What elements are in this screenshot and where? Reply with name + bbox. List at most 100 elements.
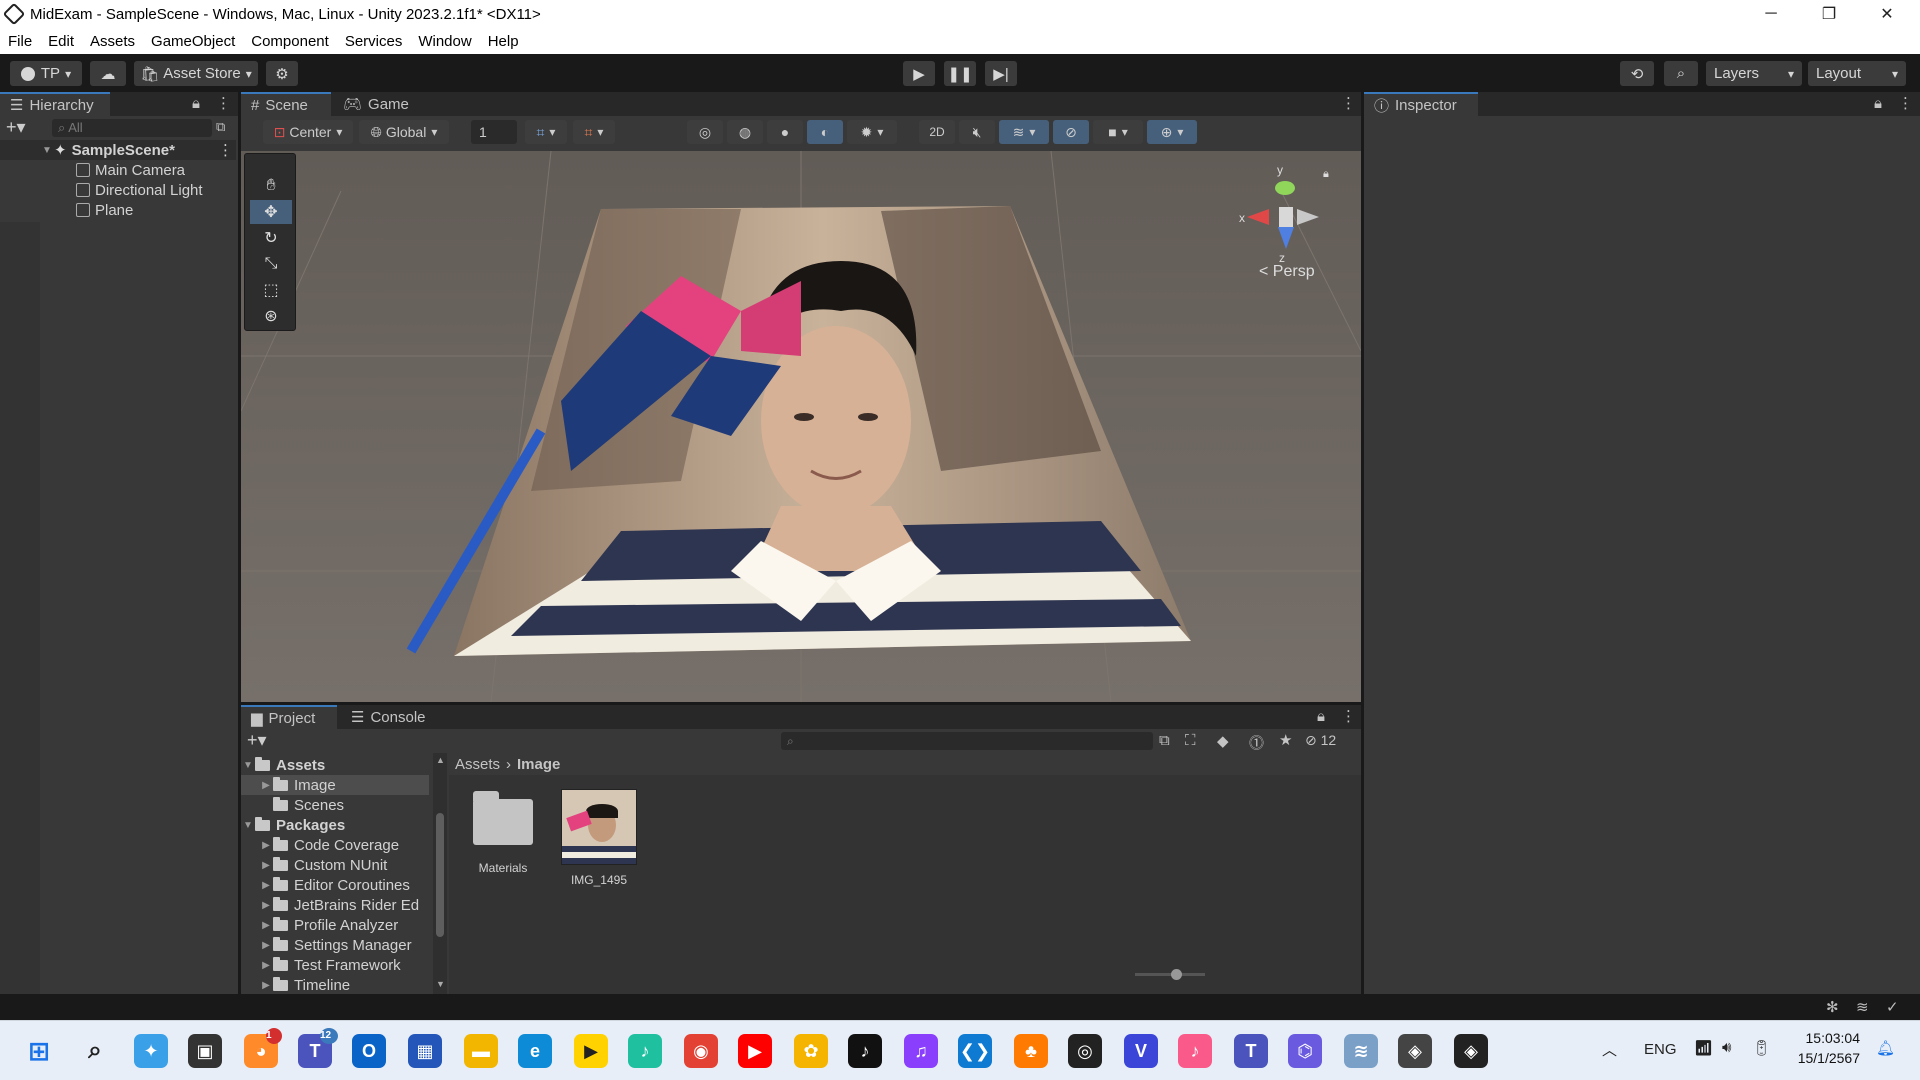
project-search-input[interactable]: ⌕	[781, 732, 1153, 750]
gizmo-lock-icon[interactable]: 🔒︎	[1323, 168, 1329, 181]
camera-dropdown[interactable]: ■	[1093, 120, 1143, 144]
more-options-icon[interactable]: ⋮	[1898, 94, 1913, 112]
search-options-icon[interactable]: ⧉	[216, 119, 225, 135]
menu-window[interactable]: Window	[410, 33, 479, 50]
layout-dropdown[interactable]: Layout ▾	[1808, 61, 1906, 86]
layers-dropdown[interactable]: Layers ▾	[1706, 61, 1802, 86]
icon-size-slider[interactable]	[1135, 969, 1205, 980]
menu-gameobject[interactable]: GameObject	[143, 33, 243, 50]
lighting-dropdown[interactable]: ✹	[847, 120, 897, 144]
asset-store-dropdown[interactable]: 🛍 Asset Store	[134, 61, 258, 86]
breadcrumb-item[interactable]: Assets	[455, 756, 500, 773]
maximize-button[interactable]: ❐	[1800, 0, 1858, 28]
favorite-star-icon[interactable]: ★	[1279, 731, 1292, 749]
v-app-icon[interactable]: V	[1124, 1034, 1158, 1068]
filter-icon[interactable]: ⛶	[1185, 732, 1196, 749]
collapse-arrow-icon[interactable]: ▼	[241, 760, 255, 771]
tree-package-item[interactable]: ▶ Custom NUnit	[259, 855, 387, 875]
expand-arrow-icon[interactable]: ▶	[259, 940, 273, 951]
scale-tool-button[interactable]: ⤡	[250, 252, 292, 276]
expand-arrow-icon[interactable]: ▶	[259, 900, 273, 911]
debug-bug-icon[interactable]: ✻	[1826, 998, 1839, 1016]
audio-app-icon[interactable]: ♫	[904, 1034, 938, 1068]
package-button[interactable]: ⚙	[266, 61, 298, 86]
tree-image[interactable]: ▶ Image	[241, 775, 429, 795]
grid-size-input[interactable]: 1	[471, 120, 517, 144]
increment-snap-dropdown[interactable]: ⌗	[573, 120, 615, 144]
tab-project[interactable]: ▆ Project	[241, 705, 337, 729]
expand-arrow-icon[interactable]: ▶	[259, 920, 273, 931]
lock-icon[interactable]: 🔒︎	[1317, 708, 1325, 725]
fl-studio-icon[interactable]: ♣	[1014, 1034, 1048, 1068]
lock-icon[interactable]: 🔒︎	[192, 95, 200, 112]
hierarchy-item-main-camera[interactable]: Main Camera	[0, 160, 236, 180]
expand-arrow-icon[interactable]: ▶	[259, 840, 273, 851]
tab-console[interactable]: ☰ Console	[341, 705, 437, 729]
chrome-icon[interactable]: ◉	[684, 1034, 718, 1068]
log-warning-icon[interactable]: ⓵	[1249, 732, 1264, 753]
more-options-icon[interactable]: ⋮	[1341, 94, 1356, 112]
windows-start-icon[interactable]: ⊞	[22, 1034, 56, 1068]
transform-tool-button[interactable]: ⊛	[250, 304, 292, 328]
draw-mode-wireframe-button[interactable]: ◎	[687, 120, 723, 144]
step-button[interactable]: ▶|	[985, 61, 1017, 86]
mode-2d-button[interactable]: 2D	[919, 120, 955, 144]
tiktok-icon[interactable]: ♪	[848, 1034, 882, 1068]
visibility-toggle-button[interactable]: ⊘	[1053, 120, 1089, 144]
search-button[interactable]: ⌕	[1664, 61, 1698, 86]
breadcrumb-item-current[interactable]: Image	[517, 756, 560, 773]
menu-edit[interactable]: Edit	[40, 33, 82, 50]
layers-stack-icon[interactable]: ≋	[1856, 998, 1869, 1016]
music-app-icon[interactable]: ♪	[628, 1034, 662, 1068]
tree-package-item[interactable]: ▶ Code Coverage	[259, 835, 399, 855]
tree-package-item[interactable]: ▶ Settings Manager	[259, 935, 412, 955]
wifi-icon[interactable]: 📶︎	[1694, 1039, 1713, 1057]
move-tool-button[interactable]: ✥	[250, 200, 292, 224]
add-icon[interactable]: +▾	[6, 117, 26, 138]
menu-component[interactable]: Component	[243, 33, 337, 50]
scroll-up-arrow-icon[interactable]: ▲	[436, 755, 445, 765]
edge-icon[interactable]: e	[518, 1034, 552, 1068]
minimize-button[interactable]: ─	[1742, 0, 1800, 28]
expand-arrow-icon[interactable]: ▶	[259, 780, 273, 791]
tab-game[interactable]: 🎮︎ Game	[333, 92, 423, 116]
tab-inspector[interactable]: ⓘ Inspector	[1364, 92, 1478, 116]
browser-app-icon[interactable]: ◕ 1	[244, 1028, 282, 1068]
itunes-icon[interactable]: ♪	[1178, 1034, 1212, 1068]
tree-package-item[interactable]: ▶ Profile Analyzer	[259, 915, 398, 935]
search-by-type-icon[interactable]: ⧉	[1159, 732, 1170, 749]
teams-new-icon[interactable]: T	[1234, 1034, 1268, 1068]
store-icon[interactable]: ▦	[408, 1034, 442, 1068]
task-view-icon[interactable]: ▣	[188, 1034, 222, 1068]
perspective-label[interactable]: < Persp	[1259, 263, 1315, 281]
undo-history-button[interactable]: ⟲	[1620, 61, 1654, 86]
gizmos-dropdown[interactable]: ⊕	[1147, 120, 1197, 144]
tree-package-item[interactable]: ▶ Timeline	[259, 975, 350, 994]
gizmo-x-cone[interactable]	[1247, 209, 1269, 225]
draw-mode-shaded-wire-button[interactable]: ◍	[727, 120, 763, 144]
outlook-icon[interactable]: O	[352, 1034, 386, 1068]
tree-scrollbar[interactable]: ▲ ▼	[433, 753, 447, 994]
slider-handle[interactable]	[1171, 969, 1182, 980]
hierarchy-search-input[interactable]: ⌕ All	[52, 119, 212, 137]
player-icon[interactable]: ▶	[574, 1034, 608, 1068]
gizmo-center-cube[interactable]	[1279, 207, 1293, 227]
orientation-gizmo[interactable]: y x z 🔒︎ < Persp	[1231, 163, 1341, 280]
asset-item-img-1495[interactable]: IMG_1495	[557, 789, 641, 889]
tree-package-item[interactable]: ▶ JetBrains Rider Ed	[259, 895, 419, 915]
clock-date[interactable]: 15/1/2567	[1792, 1050, 1860, 1066]
collapse-arrow-icon[interactable]: ▼	[40, 145, 54, 156]
account-dropdown[interactable]: TP	[10, 61, 82, 86]
link-app-icon[interactable]: ⌬	[1288, 1034, 1322, 1068]
scrollbar-thumb[interactable]	[436, 813, 444, 937]
close-button[interactable]: ✕	[1858, 0, 1916, 28]
tab-scene[interactable]: # Scene	[241, 92, 331, 116]
pivot-dropdown[interactable]: ⊡ Center	[263, 120, 353, 144]
more-options-icon[interactable]: ⋮	[216, 94, 231, 112]
clock-time[interactable]: 15:03:04	[1792, 1030, 1861, 1046]
search-icon[interactable]: ⌕	[78, 1034, 112, 1068]
tree-packages[interactable]: ▼ Packages	[241, 815, 345, 835]
draw-mode-unlit-button[interactable]: ◐	[807, 120, 843, 144]
hidden-packages-toggle[interactable]: ⊘ 12	[1305, 732, 1336, 749]
youtube-icon[interactable]: ▶	[738, 1034, 772, 1068]
